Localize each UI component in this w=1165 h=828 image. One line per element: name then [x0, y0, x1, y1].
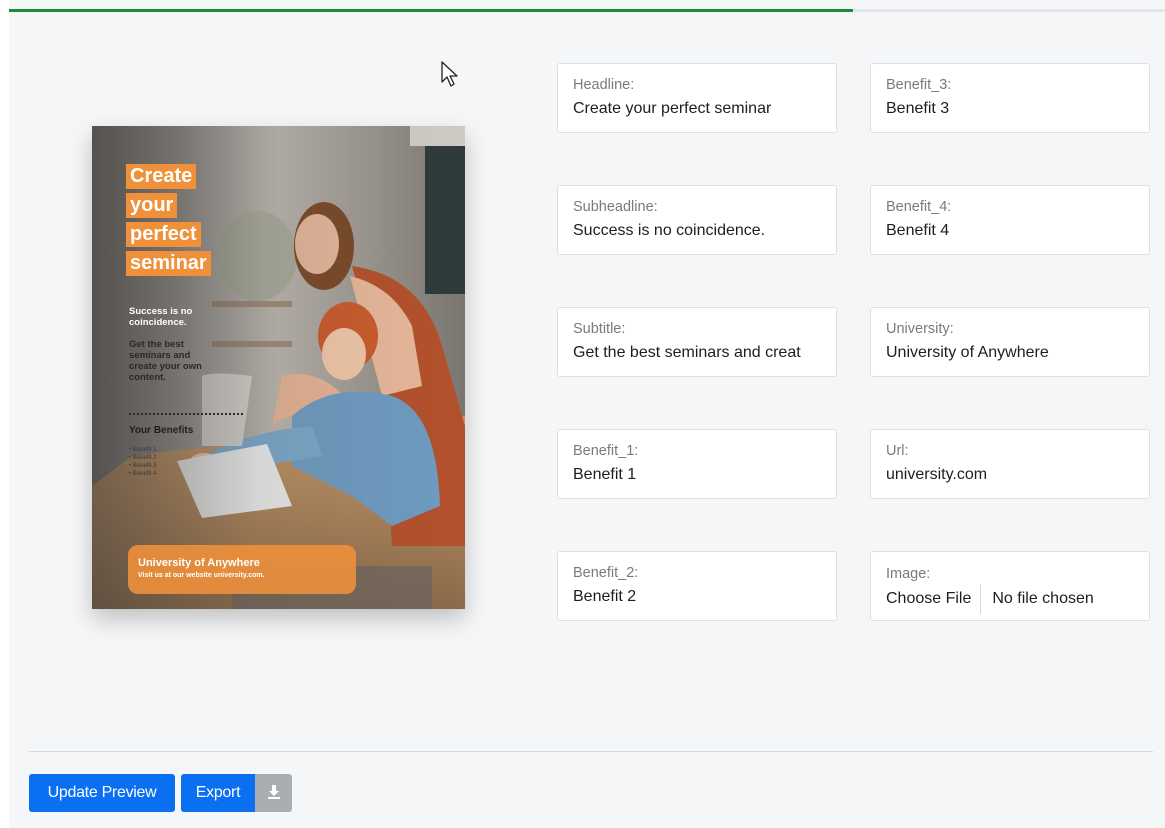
poster-university: University of Anywhere [138, 557, 260, 569]
benefit-1-label: Benefit_1: [573, 443, 639, 459]
choose-file-button[interactable]: Choose File [886, 584, 982, 614]
poster-dotted-divider [129, 413, 243, 415]
benefit-2-label: Benefit_2: [573, 565, 639, 581]
file-status-text: No file chosen [992, 590, 1094, 607]
subtitle-field[interactable]: Subtitle: Get the best seminars and crea… [557, 307, 837, 377]
poster-subtitle-line: create your own [129, 361, 202, 372]
benefit-4-field[interactable]: Benefit_4: Benefit 4 [870, 185, 1150, 255]
university-label: University: [886, 321, 954, 337]
poster-subtitle: Get the best seminars and create your ow… [129, 339, 239, 383]
poster-footer-badge: University of Anywhere Visit us at our w… [128, 545, 356, 594]
url-label: Url: [886, 443, 909, 459]
subtitle-input[interactable]: Get the best seminars and creat [573, 344, 828, 362]
poster-headline-line: your [126, 193, 178, 218]
subheadline-field[interactable]: Subheadline: Success is no coincidence. [557, 185, 837, 255]
poster-subheadline: Success is no coincidence. [129, 306, 239, 328]
image-label: Image: [886, 566, 931, 582]
download-icon [267, 785, 280, 799]
subtitle-label: Subtitle: [573, 321, 626, 337]
poster-benefit-item: • Benefit 4 [129, 471, 157, 477]
poster-headline-line: seminar [126, 251, 211, 276]
window-edge [0, 0, 9, 828]
url-input[interactable]: university.com [886, 466, 1141, 484]
subheadline-label: Subheadline: [573, 199, 658, 215]
poster-subtitle-line: content. [129, 372, 166, 383]
benefit-4-label: Benefit_4: [886, 199, 952, 215]
poster-benefit-item: • Benefit 3 [129, 463, 157, 469]
url-field[interactable]: Url: university.com [870, 429, 1150, 499]
benefit-1-input[interactable]: Benefit 1 [573, 466, 828, 484]
benefit-4-input[interactable]: Benefit 4 [886, 222, 1141, 240]
benefit-3-label: Benefit_3: [886, 77, 952, 93]
benefit-1-field[interactable]: Benefit_1: Benefit 1 [557, 429, 837, 499]
image-file-input[interactable]: Choose File No file chosen [886, 584, 1094, 614]
headline-input[interactable]: Create your perfect seminar [573, 100, 828, 118]
poster-preview: Create your perfect seminar Success is n… [92, 126, 465, 609]
poster-subheadline-line: coincidence. [129, 317, 187, 328]
poster-benefit-item: • Benefit 2 [129, 455, 157, 461]
mouse-cursor-icon [441, 61, 458, 87]
progress-bar-fill [9, 9, 853, 12]
poster-benefits-title: Your Benefits [129, 425, 194, 436]
poster-subtitle-line: Get the best [129, 339, 184, 350]
poster-editor: Create your perfect seminar Success is n… [9, 0, 1165, 828]
export-download-button[interactable] [255, 774, 292, 812]
benefit-3-field[interactable]: Benefit_3: Benefit 3 [870, 63, 1150, 133]
update-preview-button[interactable]: Update Preview [29, 774, 175, 812]
progress-bar [9, 9, 1165, 12]
university-input[interactable]: University of Anywhere [886, 344, 1141, 362]
poster-headline-line: perfect [126, 222, 201, 247]
poster-subtitle-line: seminars and [129, 350, 191, 361]
benefit-3-input[interactable]: Benefit 3 [886, 100, 1141, 118]
export-button[interactable]: Export [181, 774, 255, 812]
image-field[interactable]: Image: Choose File No file chosen [870, 551, 1150, 621]
headline-label: Headline: [573, 77, 635, 93]
poster-headline-line: Create [126, 164, 197, 189]
university-field[interactable]: University: University of Anywhere [870, 307, 1150, 377]
benefit-2-input[interactable]: Benefit 2 [573, 588, 828, 606]
poster-subheadline-line: Success is no [129, 306, 193, 317]
poster-visit-text: Visit us at our website university.com. [138, 572, 265, 579]
subheadline-input[interactable]: Success is no coincidence. [573, 222, 828, 240]
actions-divider [29, 751, 1153, 752]
benefit-2-field[interactable]: Benefit_2: Benefit 2 [557, 551, 837, 621]
headline-field[interactable]: Headline: Create your perfect seminar [557, 63, 837, 133]
poster-benefit-item: • Benefit 1 [129, 447, 157, 453]
